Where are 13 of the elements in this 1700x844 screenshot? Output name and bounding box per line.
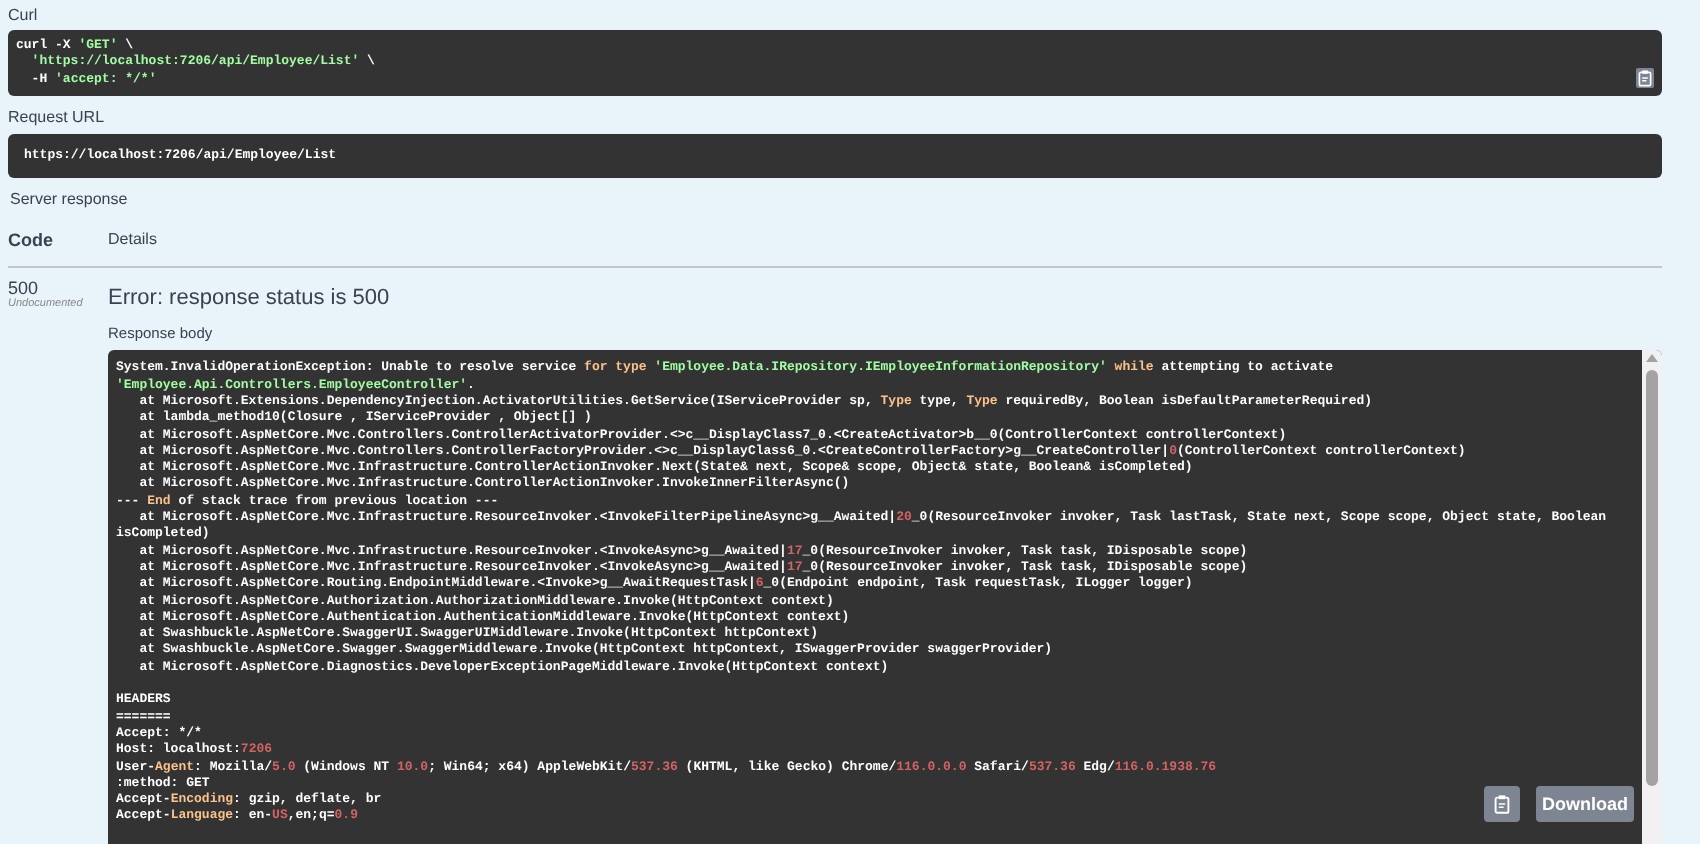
clipboard-icon [1494,794,1510,815]
error-message: Error: response status is 500 [108,286,392,311]
section-label: Request URL [8,107,107,128]
copy-button[interactable] [1636,67,1654,88]
clipboard-icon [1638,67,1652,88]
scrollbar-thumb[interactable] [1646,370,1658,787]
column-header: Details [108,227,157,252]
column-header: Code [8,227,55,254]
download-button[interactable]: Download [1536,786,1634,823]
copy-button[interactable] [1484,786,1520,823]
section-label: Curl [8,6,40,26]
section-label: Server response [10,189,130,210]
status-code: 500 [8,278,39,299]
